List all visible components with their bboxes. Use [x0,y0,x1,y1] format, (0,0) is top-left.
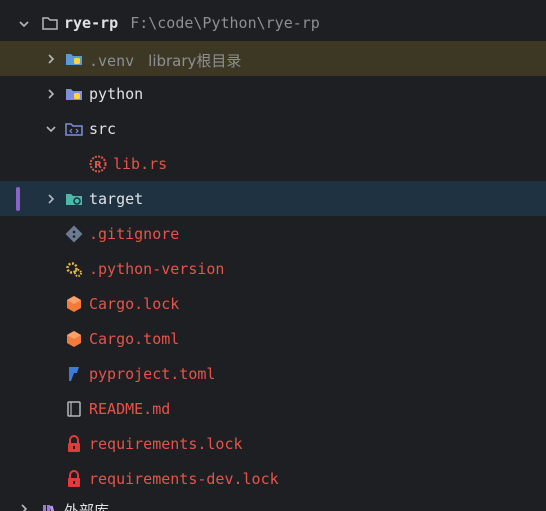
tree-row-readme[interactable]: README.md [0,391,546,426]
cargo-toml-label: Cargo.toml [89,330,180,348]
rust-file-icon: R [89,155,107,173]
library-icon [41,502,59,511]
gitignore-label: .gitignore [89,225,180,243]
readme-label: README.md [89,400,171,418]
gear-icon [65,260,83,278]
cargo-box-icon [65,330,83,348]
chevron-right-icon[interactable] [44,87,58,101]
chevron-right-icon[interactable] [44,52,58,66]
tree-row-requirements-lock[interactable]: requirements.lock [0,426,546,461]
cargo-lock-label: Cargo.lock [89,295,180,313]
project-root-label: rye-rp F:\code\Python\rye-rp [64,14,320,32]
source-folder-icon [65,120,83,138]
lock-icon [65,435,83,453]
chevron-down-icon[interactable] [17,17,31,31]
external-libraries-label: 外部库 [64,502,110,511]
git-icon [65,225,83,243]
pyproject-label: pyproject.toml [89,365,216,383]
venv-label: .venv library根目录 [89,52,242,70]
python-folder-icon [65,50,83,68]
requirements-dev-lock-label: requirements-dev.lock [89,470,279,488]
python-label: python [89,85,144,103]
project-name: rye-rp [64,14,119,32]
tree-row-target[interactable]: target [0,181,546,216]
src-label: src [89,120,117,138]
project-path: F:\code\Python\rye-rp [130,14,320,32]
lib-rs-label: lib.rs [113,155,168,173]
tree-row-python-version[interactable]: .python-version [0,251,546,286]
tree-row-external-libraries[interactable]: 外部库 [0,496,546,511]
folder-icon [41,14,59,32]
cargo-box-icon [65,295,83,313]
lock-icon [65,470,83,488]
requirements-lock-label: requirements.lock [89,435,243,453]
target-label: target [89,190,144,208]
tree-row-cargo-toml[interactable]: Cargo.toml [0,321,546,356]
chevron-down-icon[interactable] [44,122,58,136]
python-folder-icon [65,85,83,103]
tree-row-requirements-dev-lock[interactable]: requirements-dev.lock [0,461,546,496]
chevron-right-icon[interactable] [17,502,31,511]
selection-marker [16,187,20,211]
python-version-label: .python-version [89,260,225,278]
readme-icon [65,400,83,418]
tree-row-gitignore[interactable]: .gitignore [0,216,546,251]
pyproject-icon [65,365,83,383]
excluded-folder-icon [65,190,83,208]
tree-row-pyproject[interactable]: pyproject.toml [0,356,546,391]
chevron-right-icon[interactable] [44,192,58,206]
tree-row-venv[interactable]: .venv library根目录 [0,41,546,76]
library-root-hint: library根目录 [148,52,242,70]
tree-row-lib-rs[interactable]: R lib.rs [0,146,546,181]
svg-text:R: R [94,160,102,171]
tree-row-cargo-lock[interactable]: Cargo.lock [0,286,546,321]
tree-row-python[interactable]: python [0,76,546,111]
tree-row-src[interactable]: src [0,111,546,146]
project-root-row[interactable]: rye-rp F:\code\Python\rye-rp [0,6,546,41]
